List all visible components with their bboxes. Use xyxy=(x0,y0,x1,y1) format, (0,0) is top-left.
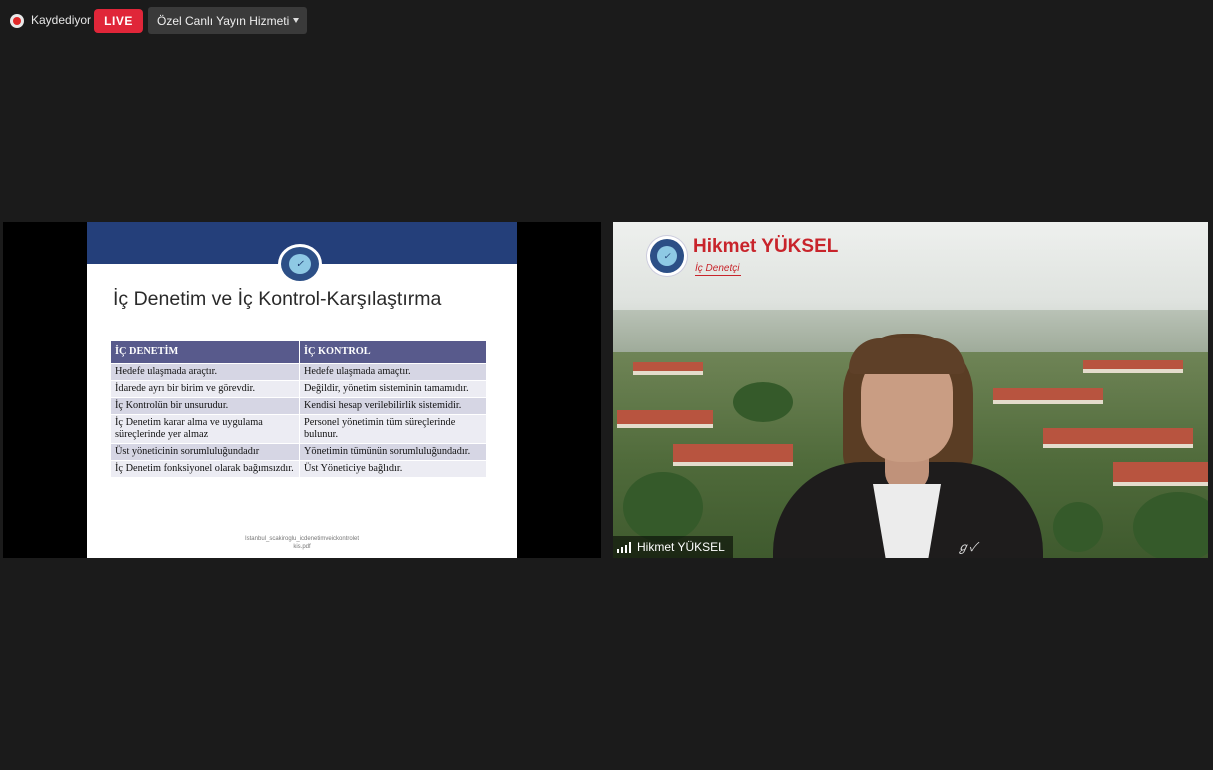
slide-source-note: Istanbul_scakiroglu_icdenetimveickontrol… xyxy=(87,535,517,551)
university-logo-icon: ✓ xyxy=(647,236,687,276)
stream-service-label: Özel Canlı Yayın Hizmeti xyxy=(157,13,290,28)
table-row: İç Denetim fonksiyonel olarak bağımsızdı… xyxy=(110,460,487,478)
table-row: İdarede ayrı bir birim ve görevdir. Deği… xyxy=(110,380,487,398)
speaker-role: İç Denetçi xyxy=(695,263,741,276)
table-row: Üst yöneticinin sorumluluğundadır Yöneti… xyxy=(110,443,487,461)
university-logo-icon: ✓ xyxy=(278,244,322,284)
recording-icon xyxy=(10,14,24,28)
table-cell: İç Denetim fonksiyonel olarak bağımsızdı… xyxy=(110,460,300,478)
signal-bars-icon xyxy=(617,541,631,553)
live-badge[interactable]: LIVE xyxy=(94,9,143,33)
chevron-down-icon[interactable] xyxy=(293,18,299,23)
table-cell: Üst yöneticinin sorumluluğundadır xyxy=(110,443,300,461)
stream-service-dropdown[interactable]: Özel Canlı Yayın Hizmeti xyxy=(148,7,307,34)
screen-share-tile[interactable]: ✓ İç Denetim ve İç Kontrol-Karşılaştırma… xyxy=(3,222,601,558)
presentation-slide: ✓ İç Denetim ve İç Kontrol-Karşılaştırma… xyxy=(87,222,517,558)
table-cell: İdarede ayrı bir birim ve görevdir. xyxy=(110,380,300,398)
slide-title: İç Denetim ve İç Kontrol-Karşılaştırma xyxy=(113,288,442,310)
table-cell: Yönetimin tümünün sorumluluğundadır. xyxy=(299,443,487,461)
participant-name: Hikmet YÜKSEL xyxy=(637,540,725,554)
table-row: İç Kontrolün bir unsurudur. Kendisi hesa… xyxy=(110,397,487,415)
recording-label: Kaydediyor xyxy=(31,13,92,27)
participant-name-plate: Hikmet YÜKSEL xyxy=(613,536,733,558)
comparison-table: İÇ DENETİM İÇ KONTROL Hedefe ulaşmada ar… xyxy=(110,340,487,478)
table-row: Hedefe ulaşmada araçtır. Hedefe ulaşmada… xyxy=(110,363,487,381)
table-row: İç Denetim karar alma ve uygulama süreçl… xyxy=(110,414,487,444)
watermark-logo: ℊ✓ xyxy=(957,540,978,554)
source-line: Istanbul_scakiroglu_icdenetimveickontrol… xyxy=(244,536,360,542)
participant-person xyxy=(773,334,1043,558)
speaker-name-title: Hikmet YÜKSEL xyxy=(693,236,839,257)
table-cell: Kendisi hesap verilebilirlik sistemidir. xyxy=(299,397,487,415)
table-cell: Hedefe ulaşmada araçtır. xyxy=(110,363,300,381)
table-cell: Personel yönetimin tüm süreçlerinde bulu… xyxy=(299,414,487,444)
speaker-branding: ✓ Hikmet YÜKSEL İç Denetçi xyxy=(647,234,857,278)
participant-video-tile[interactable]: ✓ Hikmet YÜKSEL İç Denetçi ℊ✓ Hikmet YÜK… xyxy=(613,222,1208,558)
table-header-row: İÇ DENETİM İÇ KONTROL xyxy=(110,340,487,364)
table-cell: Değildir, yönetim sisteminin tamamıdır. xyxy=(299,380,487,398)
table-cell: İç Denetim karar alma ve uygulama süreçl… xyxy=(110,414,300,444)
table-cell: İç Kontrolün bir unsurudur. xyxy=(110,397,300,415)
table-cell: Üst Yöneticiye bağlıdır. xyxy=(299,460,487,478)
table-cell: Hedefe ulaşmada amaçtır. xyxy=(299,363,487,381)
meeting-top-bar: Kaydediyor LIVE Özel Canlı Yayın Hizmeti xyxy=(0,0,1213,42)
column-header-ic-kontrol: İÇ KONTROL xyxy=(299,340,487,364)
column-header-ic-denetim: İÇ DENETİM xyxy=(110,340,300,364)
source-line: kis.pdf xyxy=(293,544,311,550)
